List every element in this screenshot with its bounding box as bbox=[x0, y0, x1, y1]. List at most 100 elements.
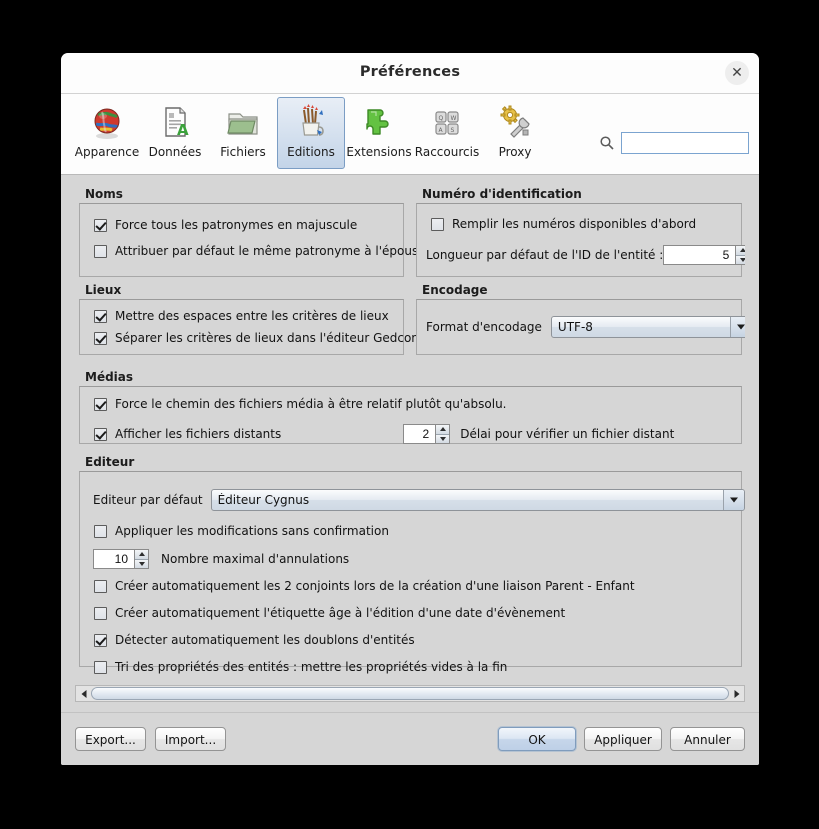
group-noms: Noms Force tous les patronymes en majusc… bbox=[79, 187, 426, 277]
checkbox-fill-available-numbers-first[interactable] bbox=[431, 217, 444, 231]
chevron-down-icon[interactable] bbox=[722, 490, 744, 510]
checkbox-row[interactable]: Créer automatiquement l'étiquette âge à … bbox=[94, 606, 565, 620]
group-box: Editeur par défaut Éditeur Cygnus Appliq… bbox=[79, 471, 745, 674]
document-a-icon: A bbox=[155, 102, 195, 142]
scrollbar-track[interactable] bbox=[91, 686, 729, 701]
arrow-left-icon[interactable] bbox=[76, 686, 91, 701]
toolbar: Apparence A Données Fichiers Editions Ex… bbox=[61, 94, 759, 175]
encoding-row: Format d'encodage UTF-8 bbox=[426, 316, 745, 338]
spinner-up-icon[interactable] bbox=[736, 246, 745, 256]
group-box: Force tous les patronymes en majuscule A… bbox=[79, 203, 426, 277]
checkbox-spaces-between-place-criteria[interactable] bbox=[94, 309, 107, 323]
tab-label: Editions bbox=[287, 145, 335, 159]
spinner-up-icon[interactable] bbox=[436, 425, 450, 435]
apply-button[interactable]: Appliquer bbox=[584, 727, 662, 751]
id-length-value[interactable] bbox=[663, 245, 736, 265]
tab-fichiers[interactable]: Fichiers bbox=[209, 97, 277, 169]
checkbox-label: Créer automatiquement l'étiquette âge à … bbox=[115, 606, 566, 620]
id-length-row: Longueur par défaut de l'ID de l'entité … bbox=[426, 245, 745, 265]
tab-label: Extensions bbox=[346, 145, 412, 159]
undo-count-spinner[interactable] bbox=[93, 549, 149, 569]
checkbox-row[interactable]: Appliquer les modifications sans confirm… bbox=[94, 524, 389, 538]
checkbox-row[interactable]: Force tous les patronymes en majuscule bbox=[94, 218, 357, 232]
checkbox-default-spouse-surname[interactable] bbox=[94, 244, 107, 258]
tab-donnees[interactable]: A Données bbox=[141, 97, 209, 169]
spinner-buttons[interactable] bbox=[735, 245, 745, 265]
checkbox-force-uppercase-surnames[interactable] bbox=[94, 218, 107, 232]
undo-count-value[interactable] bbox=[93, 549, 134, 569]
checkbox-separate-place-criteria-gedcom[interactable] bbox=[94, 331, 107, 345]
checkbox-row[interactable]: Attribuer par défaut le même patronyme à… bbox=[94, 244, 426, 258]
checkbox-label: Tri des propriétés des entités : mettre … bbox=[115, 660, 508, 674]
checkbox-row[interactable]: Détecter automatiquement les doublons d'… bbox=[94, 633, 415, 647]
spinner-buttons[interactable] bbox=[134, 549, 149, 569]
checkbox-row[interactable]: Remplir les numéros disponibles d'abord bbox=[431, 217, 696, 231]
undo-row: Nombre maximal d'annulations bbox=[93, 549, 349, 569]
group-editeur: Editeur Editeur par défaut Éditeur Cygnu… bbox=[79, 455, 745, 674]
checkbox-show-remote-files[interactable] bbox=[94, 427, 107, 441]
id-length-spinner[interactable] bbox=[663, 245, 745, 265]
checkbox-sort-empty-properties-last[interactable] bbox=[94, 660, 107, 674]
spinner-buttons[interactable] bbox=[435, 424, 451, 444]
horizontal-scrollbar[interactable] bbox=[75, 685, 745, 702]
checkbox-label: Attribuer par défaut le même patronyme à… bbox=[115, 244, 426, 258]
tab-label: Proxy bbox=[498, 145, 532, 159]
remote-files-row: Afficher les fichiers distants Délai pou… bbox=[94, 424, 674, 444]
cancel-button[interactable]: Annuler bbox=[670, 727, 745, 751]
search-icon bbox=[599, 135, 615, 151]
checkbox-row[interactable]: Force le chemin des fichiers média à êtr… bbox=[94, 397, 506, 411]
spinner-up-icon[interactable] bbox=[135, 550, 148, 560]
close-icon[interactable]: ✕ bbox=[725, 61, 749, 85]
group-lieux: Lieux Mettre des espaces entre les critè… bbox=[79, 283, 423, 355]
dialog-button-bar: Export... Import... OK Appliquer Annuler bbox=[61, 712, 759, 765]
tab-raccourcis[interactable]: Q W A S Raccourcis bbox=[413, 97, 481, 169]
keyboard-keys-icon: Q W A S bbox=[427, 102, 467, 142]
tab-proxy[interactable]: Proxy bbox=[481, 97, 549, 169]
tab-label: Fichiers bbox=[220, 145, 266, 159]
checkbox-relative-media-path[interactable] bbox=[94, 397, 107, 411]
puzzle-piece-icon bbox=[359, 102, 399, 142]
group-box: Force le chemin des fichiers média à êtr… bbox=[79, 386, 742, 444]
group-title: Médias bbox=[85, 370, 134, 384]
encoding-format-label: Format d'encodage bbox=[426, 320, 542, 334]
search-input[interactable] bbox=[621, 132, 749, 154]
chevron-down-icon[interactable] bbox=[729, 317, 745, 337]
checkbox-auto-create-spouses[interactable] bbox=[94, 579, 107, 593]
spinner-down-icon[interactable] bbox=[135, 559, 148, 568]
group-encodage: Encodage Format d'encodage UTF-8 bbox=[416, 283, 745, 355]
checkbox-apply-without-confirmation[interactable] bbox=[94, 524, 107, 538]
export-button[interactable]: Export... bbox=[75, 727, 146, 751]
group-box: Format d'encodage UTF-8 bbox=[416, 299, 745, 355]
globe-icon bbox=[87, 102, 127, 142]
svg-text:A: A bbox=[177, 121, 189, 139]
arrow-right-icon[interactable] bbox=[729, 686, 744, 701]
checkbox-label: Mettre des espaces entre les critères de… bbox=[115, 309, 389, 323]
encoding-format-select[interactable]: UTF-8 bbox=[550, 316, 745, 338]
checkbox-row[interactable]: Créer automatiquement les 2 conjoints lo… bbox=[94, 579, 635, 593]
screen: { "window": { "title": "Préférences", "c… bbox=[0, 0, 819, 829]
svg-text:Q: Q bbox=[439, 115, 444, 122]
remote-delay-spinner[interactable] bbox=[403, 424, 451, 444]
encoding-format-value: UTF-8 bbox=[557, 320, 593, 334]
ok-button[interactable]: OK bbox=[498, 727, 576, 751]
page-title: Préférences bbox=[359, 64, 461, 80]
checkbox-auto-detect-duplicates[interactable] bbox=[94, 633, 107, 647]
scrollbar-thumb[interactable] bbox=[91, 687, 729, 700]
checkbox-row[interactable]: Tri des propriétés des entités : mettre … bbox=[94, 660, 507, 674]
spinner-down-icon[interactable] bbox=[436, 434, 450, 443]
tab-editions[interactable]: Editions bbox=[277, 97, 345, 169]
default-editor-select[interactable]: Éditeur Cygnus bbox=[210, 489, 745, 511]
spinner-down-icon[interactable] bbox=[736, 255, 745, 264]
checkbox-row[interactable]: Mettre des espaces entre les critères de… bbox=[94, 309, 389, 323]
remote-delay-value[interactable] bbox=[403, 424, 436, 444]
checkbox-label: Remplir les numéros disponibles d'abord bbox=[452, 217, 697, 231]
pencil-cup-icon bbox=[291, 102, 331, 142]
group-identification: Numéro d'identification Remplir les numé… bbox=[416, 187, 745, 277]
tab-extensions[interactable]: Extensions bbox=[345, 97, 413, 169]
checkbox-label: Détecter automatiquement les doublons d'… bbox=[115, 633, 415, 647]
import-button[interactable]: Import... bbox=[155, 727, 226, 751]
tab-apparence[interactable]: Apparence bbox=[73, 97, 141, 169]
checkbox-auto-create-age-tag[interactable] bbox=[94, 606, 107, 620]
title-bar: Préférences ✕ bbox=[61, 53, 759, 94]
checkbox-row[interactable]: Séparer les critères de lieux dans l'édi… bbox=[94, 331, 423, 345]
